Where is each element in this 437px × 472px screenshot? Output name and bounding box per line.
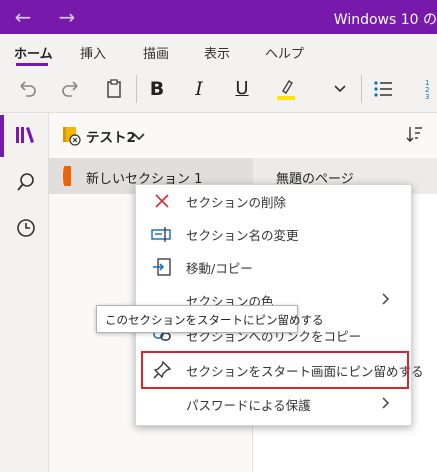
tab-draw[interactable]: 描画 (143, 43, 169, 62)
tab-home[interactable]: ホーム (14, 43, 53, 62)
notebook-name[interactable]: テスト2 (86, 126, 136, 146)
menu-item-move-copy[interactable]: 移動/コピー (136, 250, 409, 283)
bullet-list-icon[interactable] (370, 72, 396, 106)
italic-button[interactable]: I (186, 72, 212, 106)
bold-button[interactable]: B (144, 72, 170, 106)
menu-item-password-protection[interactable]: パスワードによる保護 (136, 387, 409, 420)
search-icon[interactable] (14, 170, 38, 194)
highlighter-icon[interactable] (272, 72, 300, 106)
toolbar-separator (361, 75, 362, 103)
delete-x-icon (150, 190, 174, 212)
underline-button[interactable]: U (229, 72, 255, 106)
chevron-down-icon[interactable] (330, 72, 350, 106)
tooltip: このセクションをスタートにピン留めする (96, 305, 324, 333)
chevron-down-icon[interactable] (132, 128, 146, 141)
navigation-rail (0, 113, 49, 472)
menu-item-rename-section[interactable]: セクション名の変更 (136, 217, 409, 250)
menu-item-label: セクション名の変更 (186, 228, 299, 243)
back-arrow-icon[interactable]: ← (6, 4, 40, 30)
sort-icon[interactable] (404, 124, 424, 144)
menu-item-label: 移動/コピー (186, 261, 253, 276)
recent-clock-icon[interactable] (14, 216, 38, 240)
highlight-box (141, 351, 409, 389)
tab-insert[interactable]: 挿入 (80, 43, 106, 62)
numbered-list-icon[interactable]: 123 (424, 72, 437, 106)
move-copy-icon (150, 256, 174, 278)
rename-icon (150, 223, 174, 245)
menu-item-label: パスワードによる保護 (186, 398, 311, 413)
tab-view[interactable]: 表示 (204, 43, 230, 62)
rail-active-indicator (0, 115, 4, 157)
title-bar: ← → Windows 10 の (0, 0, 437, 34)
forward-arrow-icon[interactable]: → (50, 4, 84, 30)
svg-text:3: 3 (425, 93, 429, 100)
window-title: Windows 10 の (333, 12, 437, 28)
undo-icon[interactable] (14, 72, 42, 106)
notebook-sync-icon (60, 124, 82, 146)
toolbar-separator (136, 75, 137, 103)
menu-item-delete-section[interactable]: セクションの削除 (136, 184, 409, 217)
chevron-right-icon (381, 289, 391, 310)
redo-icon[interactable] (56, 72, 84, 106)
section-color-tab (61, 164, 73, 188)
tab-help[interactable]: ヘルプ (265, 43, 304, 62)
menu-item-label: セクションの削除 (186, 195, 287, 210)
clipboard-icon[interactable] (100, 72, 128, 106)
chevron-right-icon (381, 393, 391, 414)
notebooks-icon[interactable] (14, 124, 38, 146)
